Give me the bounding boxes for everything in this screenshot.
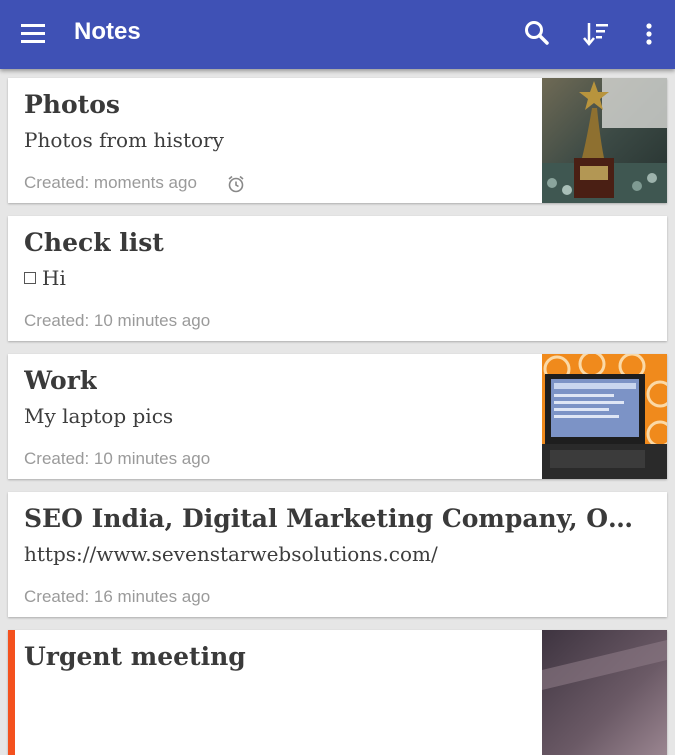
laptop-photo xyxy=(542,354,667,479)
app-bar: Notes xyxy=(0,0,675,69)
more-vert-icon[interactable] xyxy=(638,19,660,49)
menu-icon[interactable] xyxy=(18,20,48,48)
note-title: Work xyxy=(24,366,98,395)
note-created: Created: 16 minutes ago xyxy=(24,587,211,606)
checklist-item-label: Hi xyxy=(42,266,66,290)
color-accent-bar xyxy=(8,630,15,755)
note-title: Photos xyxy=(24,90,120,119)
note-title: Check list xyxy=(24,228,164,257)
note-card[interactable]: Photos Photos from history Created: mome… xyxy=(8,78,667,203)
note-card[interactable]: Urgent meeting xyxy=(8,630,667,755)
note-title: Urgent meeting xyxy=(24,642,246,671)
trophy-photo xyxy=(542,78,667,203)
note-body: https://www.sevenstarwebsolutions.com/ xyxy=(24,542,438,566)
note-card[interactable]: Check list Hi Created: 10 minutes ago xyxy=(8,216,667,341)
sort-icon[interactable] xyxy=(581,19,611,49)
checklist-item[interactable]: Hi xyxy=(24,266,66,290)
app-title: Notes xyxy=(74,18,141,45)
note-body: My laptop pics xyxy=(24,404,174,428)
search-icon[interactable] xyxy=(522,18,552,48)
note-card[interactable]: SEO India, Digital Marketing Company, On… xyxy=(8,492,667,617)
note-title: SEO India, Digital Marketing Company, On… xyxy=(24,504,649,533)
note-card[interactable]: Work My laptop pics Created: 10 minutes … xyxy=(8,354,667,479)
meeting-photo xyxy=(542,630,667,755)
note-created: Created: moments ago xyxy=(24,173,197,192)
note-created: Created: 10 minutes ago xyxy=(24,311,211,330)
note-created: Created: 10 minutes ago xyxy=(24,449,211,468)
note-body: Photos from history xyxy=(24,128,224,152)
checkbox-icon[interactable] xyxy=(24,271,36,284)
alarm-icon xyxy=(226,174,246,194)
